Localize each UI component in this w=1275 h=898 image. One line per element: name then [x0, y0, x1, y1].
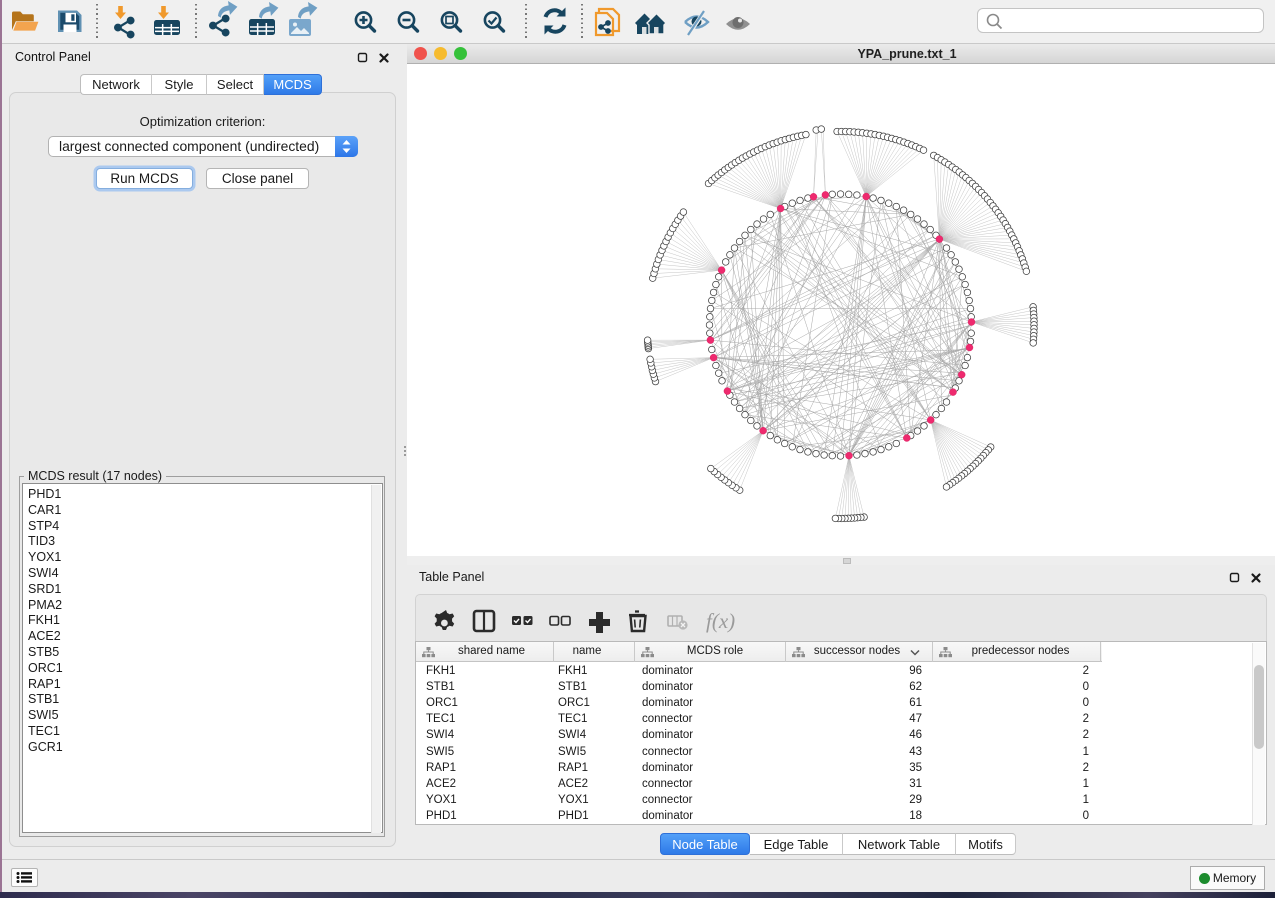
svg-text:f(x): f(x): [706, 609, 735, 633]
